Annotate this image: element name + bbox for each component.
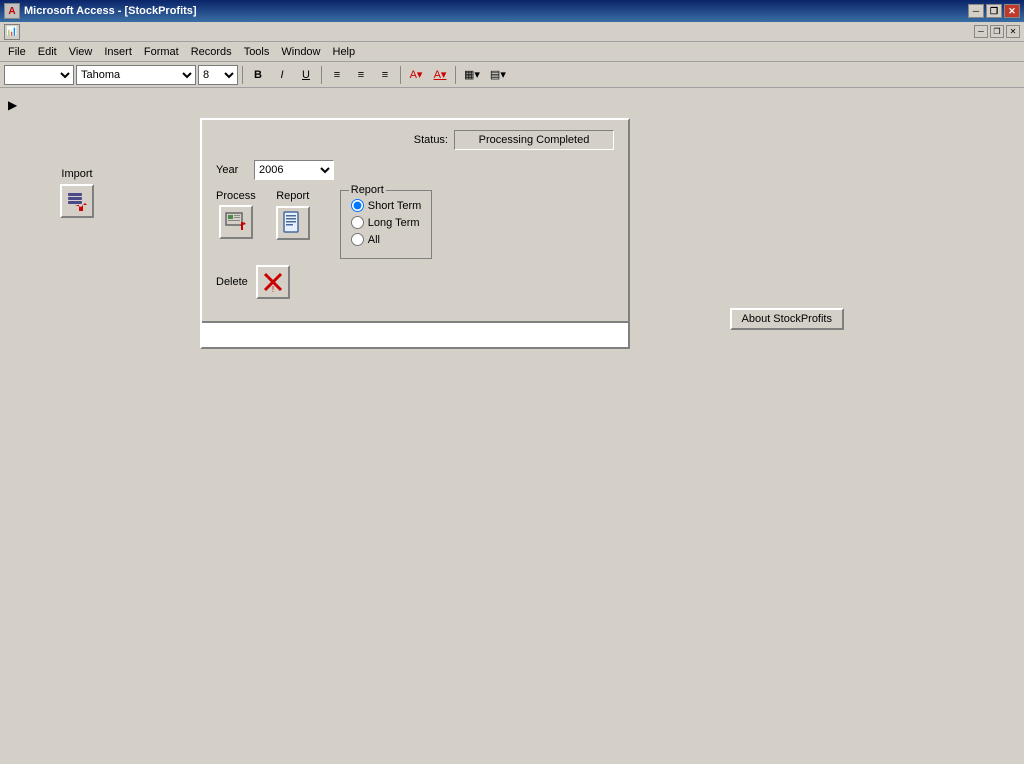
svg-text:!: ! xyxy=(272,285,274,294)
report-button[interactable] xyxy=(276,206,310,240)
toolbar: Tahoma 8 B I U ≡ ≡ ≡ A▾ A▾ ▦▾ ▤▾ xyxy=(0,62,1024,88)
process-icon xyxy=(224,210,248,234)
inner-close-button[interactable]: ✕ xyxy=(1006,25,1020,38)
process-button[interactable] xyxy=(219,205,253,239)
app-icon: A xyxy=(4,3,20,19)
font-color-button[interactable]: A▾ xyxy=(429,65,451,85)
menu-bar: File Edit View Insert Format Records Too… xyxy=(0,42,1024,62)
bold-button[interactable]: B xyxy=(247,65,269,85)
process-group: Process xyxy=(216,190,256,239)
about-button[interactable]: About StockProfits xyxy=(730,308,845,330)
title-bar-controls[interactable]: ─ ❐ ✕ xyxy=(968,4,1020,18)
import-button[interactable] xyxy=(60,184,94,218)
report-icon xyxy=(281,211,305,235)
delete-row: Delete ! xyxy=(216,265,614,299)
report-group-container: Report xyxy=(276,190,310,240)
inner-restore-button[interactable]: ❐ xyxy=(990,25,1004,38)
year-select[interactable]: 2006 2003 2004 2005 2007 xyxy=(254,160,334,180)
inner-minimize-button[interactable]: ─ xyxy=(974,25,988,38)
report-group-legend: Report xyxy=(349,184,386,196)
form-bottom-bar xyxy=(202,321,628,347)
inner-app-icon: 📊 xyxy=(4,24,20,40)
delete-group: Delete ! xyxy=(216,265,614,299)
all-option: All xyxy=(351,233,422,246)
menu-edit[interactable]: Edit xyxy=(32,44,63,60)
menu-help[interactable]: Help xyxy=(327,44,362,60)
main-form-panel: Status: Year 2006 2003 2004 2005 2007 Pr… xyxy=(200,118,630,349)
all-label: All xyxy=(368,234,380,246)
long-term-label: Long Term xyxy=(368,217,420,229)
inner-title-controls[interactable]: ─ ❐ ✕ xyxy=(974,25,1020,38)
align-left-button[interactable]: ≡ xyxy=(326,65,348,85)
process-label: Process xyxy=(216,190,256,202)
italic-button[interactable]: I xyxy=(271,65,293,85)
menu-tools[interactable]: Tools xyxy=(238,44,276,60)
toolbar-sep-1 xyxy=(242,66,243,84)
highlight-button[interactable]: A▾ xyxy=(405,65,427,85)
menu-insert[interactable]: Insert xyxy=(98,44,138,60)
title-bar: A Microsoft Access - [StockProfits] ─ ❐ … xyxy=(0,0,1024,22)
delete-button[interactable]: ! xyxy=(256,265,290,299)
window-title: Microsoft Access - [StockProfits] xyxy=(24,5,197,17)
menu-window[interactable]: Window xyxy=(275,44,326,60)
record-arrow: ▶ xyxy=(8,98,17,112)
align-center-button[interactable]: ≡ xyxy=(350,65,372,85)
long-term-radio[interactable] xyxy=(351,216,364,229)
menu-file[interactable]: File xyxy=(2,44,32,60)
underline-button[interactable]: U xyxy=(295,65,317,85)
main-area: ▶ Import Status: Year 2006 xyxy=(0,88,1024,764)
align-right-button[interactable]: ≡ xyxy=(374,65,396,85)
year-label: Year xyxy=(216,164,246,176)
status-input xyxy=(454,130,614,150)
toolbar-sep-3 xyxy=(400,66,401,84)
outer-minimize-button[interactable]: ─ xyxy=(968,4,984,18)
all-radio[interactable] xyxy=(351,233,364,246)
font-name-select[interactable]: Tahoma xyxy=(76,65,196,85)
outer-close-button[interactable]: ✕ xyxy=(1004,4,1020,18)
long-term-option: Long Term xyxy=(351,216,422,229)
short-term-option: Short Term xyxy=(351,199,422,212)
delete-label: Delete xyxy=(216,276,248,288)
status-label: Status: xyxy=(414,134,448,146)
status-row: Status: xyxy=(216,130,614,150)
action-buttons-row: Process R xyxy=(216,190,614,259)
report-options-group: Report Short Term Long Term All xyxy=(340,190,433,259)
short-term-label: Short Term xyxy=(368,200,422,212)
menu-view[interactable]: View xyxy=(63,44,99,60)
toolbar-sep-2 xyxy=(321,66,322,84)
font-size-select[interactable]: 8 xyxy=(198,65,238,85)
import-label: Import xyxy=(61,168,92,180)
report-btn-label: Report xyxy=(276,190,309,202)
special-button[interactable]: ▤▾ xyxy=(486,65,510,85)
toolbar-sep-4 xyxy=(455,66,456,84)
delete-icon: ! xyxy=(261,270,285,294)
import-section: Import xyxy=(60,168,94,218)
border-button[interactable]: ▦▾ xyxy=(460,65,484,85)
outer-restore-button[interactable]: ❐ xyxy=(986,4,1002,18)
menu-format[interactable]: Format xyxy=(138,44,185,60)
menu-records[interactable]: Records xyxy=(185,44,238,60)
style-select[interactable] xyxy=(4,65,74,85)
short-term-radio[interactable] xyxy=(351,199,364,212)
year-row: Year 2006 2003 2004 2005 2007 xyxy=(216,160,614,180)
import-icon xyxy=(65,189,89,213)
